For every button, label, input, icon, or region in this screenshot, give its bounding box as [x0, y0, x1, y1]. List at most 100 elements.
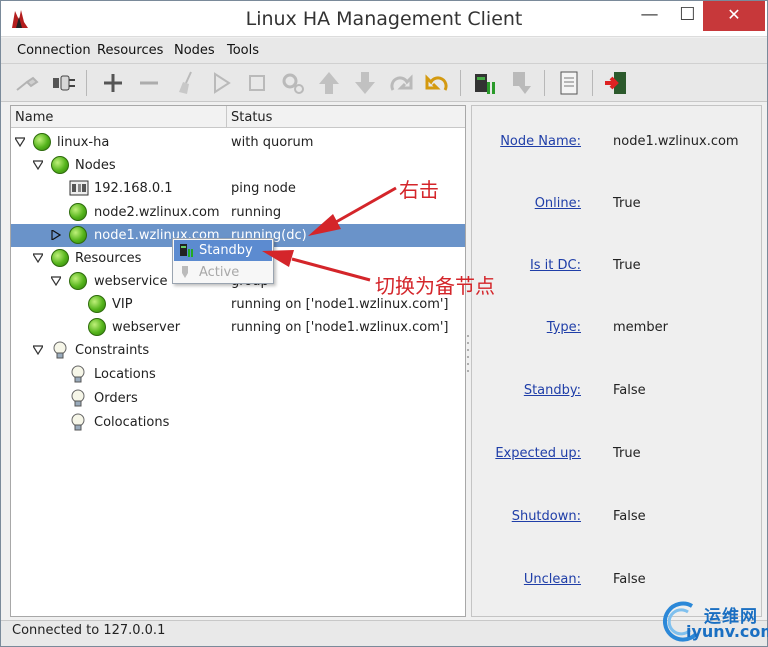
- lightbulb-icon: [71, 389, 85, 407]
- status-ok-icon: [69, 203, 87, 221]
- connection-status: Connected to 127.0.0.1: [12, 623, 166, 638]
- standby-icon[interactable]: [469, 68, 501, 98]
- tree-row-constraints[interactable]: Constraints: [11, 339, 465, 362]
- settings-icon[interactable]: [277, 68, 309, 98]
- tree-row-locations[interactable]: Locations: [11, 363, 465, 386]
- tree-row-node2[interactable]: node2.wzlinux.com running: [11, 201, 465, 224]
- connect-icon[interactable]: [13, 68, 45, 98]
- toolbar-separator: [592, 70, 593, 96]
- node-properties-panel: Node Name: node1.wzlinux.com Online: Tru…: [471, 105, 762, 617]
- tree-label: Orders: [94, 391, 138, 406]
- ping-node-icon: [69, 180, 89, 196]
- active-icon[interactable]: [505, 68, 537, 98]
- tree-row-ping-node[interactable]: 192.168.0.1 ping node: [11, 177, 465, 200]
- standby-icon: [180, 244, 193, 257]
- status-ok-icon: [51, 249, 69, 267]
- exit-icon[interactable]: [601, 68, 633, 98]
- undo-icon[interactable]: [421, 68, 453, 98]
- property-name[interactable]: Is it DC:: [530, 258, 581, 273]
- app-window: Linux HA Management Client — ☐ ✕ Connect…: [0, 0, 768, 647]
- watermark-logo: 运维网 iyunv.com: [662, 600, 768, 646]
- tree-status: running: [231, 205, 282, 220]
- stop-icon[interactable]: [241, 68, 273, 98]
- property-name[interactable]: Shutdown:: [512, 509, 581, 524]
- tree-label: Resources: [75, 251, 142, 266]
- menu-nodes[interactable]: Nodes: [174, 43, 215, 58]
- menu-item-label: Standby: [199, 243, 253, 258]
- property-value: False: [613, 509, 646, 524]
- property-name[interactable]: Unclean:: [524, 572, 581, 587]
- property-value: True: [613, 446, 641, 461]
- property-name[interactable]: Expected up:: [495, 446, 581, 461]
- add-icon[interactable]: [97, 68, 129, 98]
- tree-row-orders[interactable]: Orders: [11, 387, 465, 410]
- tree-label: VIP: [112, 297, 133, 312]
- property-name[interactable]: Standby:: [524, 383, 581, 398]
- cleanup-icon[interactable]: [169, 68, 201, 98]
- tree-label: webserver: [112, 320, 181, 335]
- status-ok-icon: [69, 272, 87, 290]
- tree-label: linux-ha: [57, 135, 110, 150]
- move-up-icon[interactable]: [313, 68, 345, 98]
- lightbulb-icon: [53, 341, 67, 359]
- tree-row-linux-ha[interactable]: linux-ha with quorum: [11, 131, 465, 154]
- tree-label: webservice: [94, 274, 168, 289]
- property-name[interactable]: Node Name:: [500, 134, 581, 149]
- menu-bar: Connection Resources Nodes Tools: [1, 38, 767, 64]
- tree-row-colocations[interactable]: Colocations: [11, 411, 465, 434]
- annotation-switch-standby: 切换为备节点: [375, 274, 495, 298]
- collapse-triangle-icon[interactable]: [51, 276, 61, 286]
- toolbar-separator: [86, 70, 87, 96]
- move-down-icon[interactable]: [349, 68, 381, 98]
- property-value: True: [613, 196, 641, 211]
- status-ok-icon: [88, 318, 106, 336]
- tree-row-webserver[interactable]: webserver running on ['node1.wzlinux.com…: [11, 316, 465, 339]
- property-value: member: [613, 320, 668, 335]
- remove-icon[interactable]: [133, 68, 165, 98]
- context-menu: Standby Active: [172, 238, 274, 284]
- property-value: node1.wzlinux.com: [613, 134, 739, 149]
- expand-triangle-icon[interactable]: [51, 230, 61, 240]
- status-bar: Connected to 127.0.0.1: [1, 620, 767, 646]
- column-header-name[interactable]: Name: [15, 110, 53, 125]
- toolbar: [1, 64, 767, 102]
- redo-icon[interactable]: [385, 68, 417, 98]
- property-name[interactable]: Online:: [535, 196, 581, 211]
- context-menu-active[interactable]: Active: [174, 262, 272, 283]
- menu-connection[interactable]: Connection: [17, 43, 91, 58]
- status-ok-icon: [88, 295, 106, 313]
- menu-tools[interactable]: Tools: [227, 43, 259, 58]
- property-value: False: [613, 572, 646, 587]
- cluster-tree-view[interactable]: Name Status linux-ha with quorum Nodes 1…: [10, 105, 466, 617]
- close-button[interactable]: ✕: [703, 1, 765, 31]
- column-divider[interactable]: [226, 106, 227, 128]
- status-ok-icon: [33, 133, 51, 151]
- collapse-triangle-icon[interactable]: [33, 160, 43, 170]
- tree-label: Locations: [94, 367, 156, 382]
- watermark-text-en: iyunv.com: [686, 622, 768, 641]
- tree-header: Name Status: [11, 106, 465, 128]
- menu-item-label: Active: [199, 265, 240, 280]
- tree-status: running on ['node1.wzlinux.com']: [231, 297, 449, 312]
- active-icon: [182, 266, 188, 278]
- view-xml-icon[interactable]: [553, 68, 585, 98]
- toolbar-separator: [460, 70, 461, 96]
- tree-label: Colocations: [94, 415, 170, 430]
- tree-status: ping node: [231, 181, 296, 196]
- tree-label: Constraints: [75, 343, 150, 358]
- collapse-triangle-icon[interactable]: [33, 253, 43, 263]
- start-icon[interactable]: [205, 68, 237, 98]
- property-name[interactable]: Type:: [547, 320, 581, 335]
- collapse-triangle-icon[interactable]: [33, 345, 43, 355]
- collapse-triangle-icon[interactable]: [15, 137, 25, 147]
- pane-splitter[interactable]: [466, 331, 470, 381]
- column-header-status[interactable]: Status: [231, 110, 272, 125]
- property-value: True: [613, 258, 641, 273]
- property-value: False: [613, 383, 646, 398]
- context-menu-standby[interactable]: Standby: [174, 240, 272, 261]
- lightbulb-icon: [71, 365, 85, 383]
- disconnect-icon[interactable]: [47, 68, 79, 98]
- menu-resources[interactable]: Resources: [97, 43, 163, 58]
- tree-row-nodes[interactable]: Nodes: [11, 154, 465, 177]
- tree-label: Nodes: [75, 158, 116, 173]
